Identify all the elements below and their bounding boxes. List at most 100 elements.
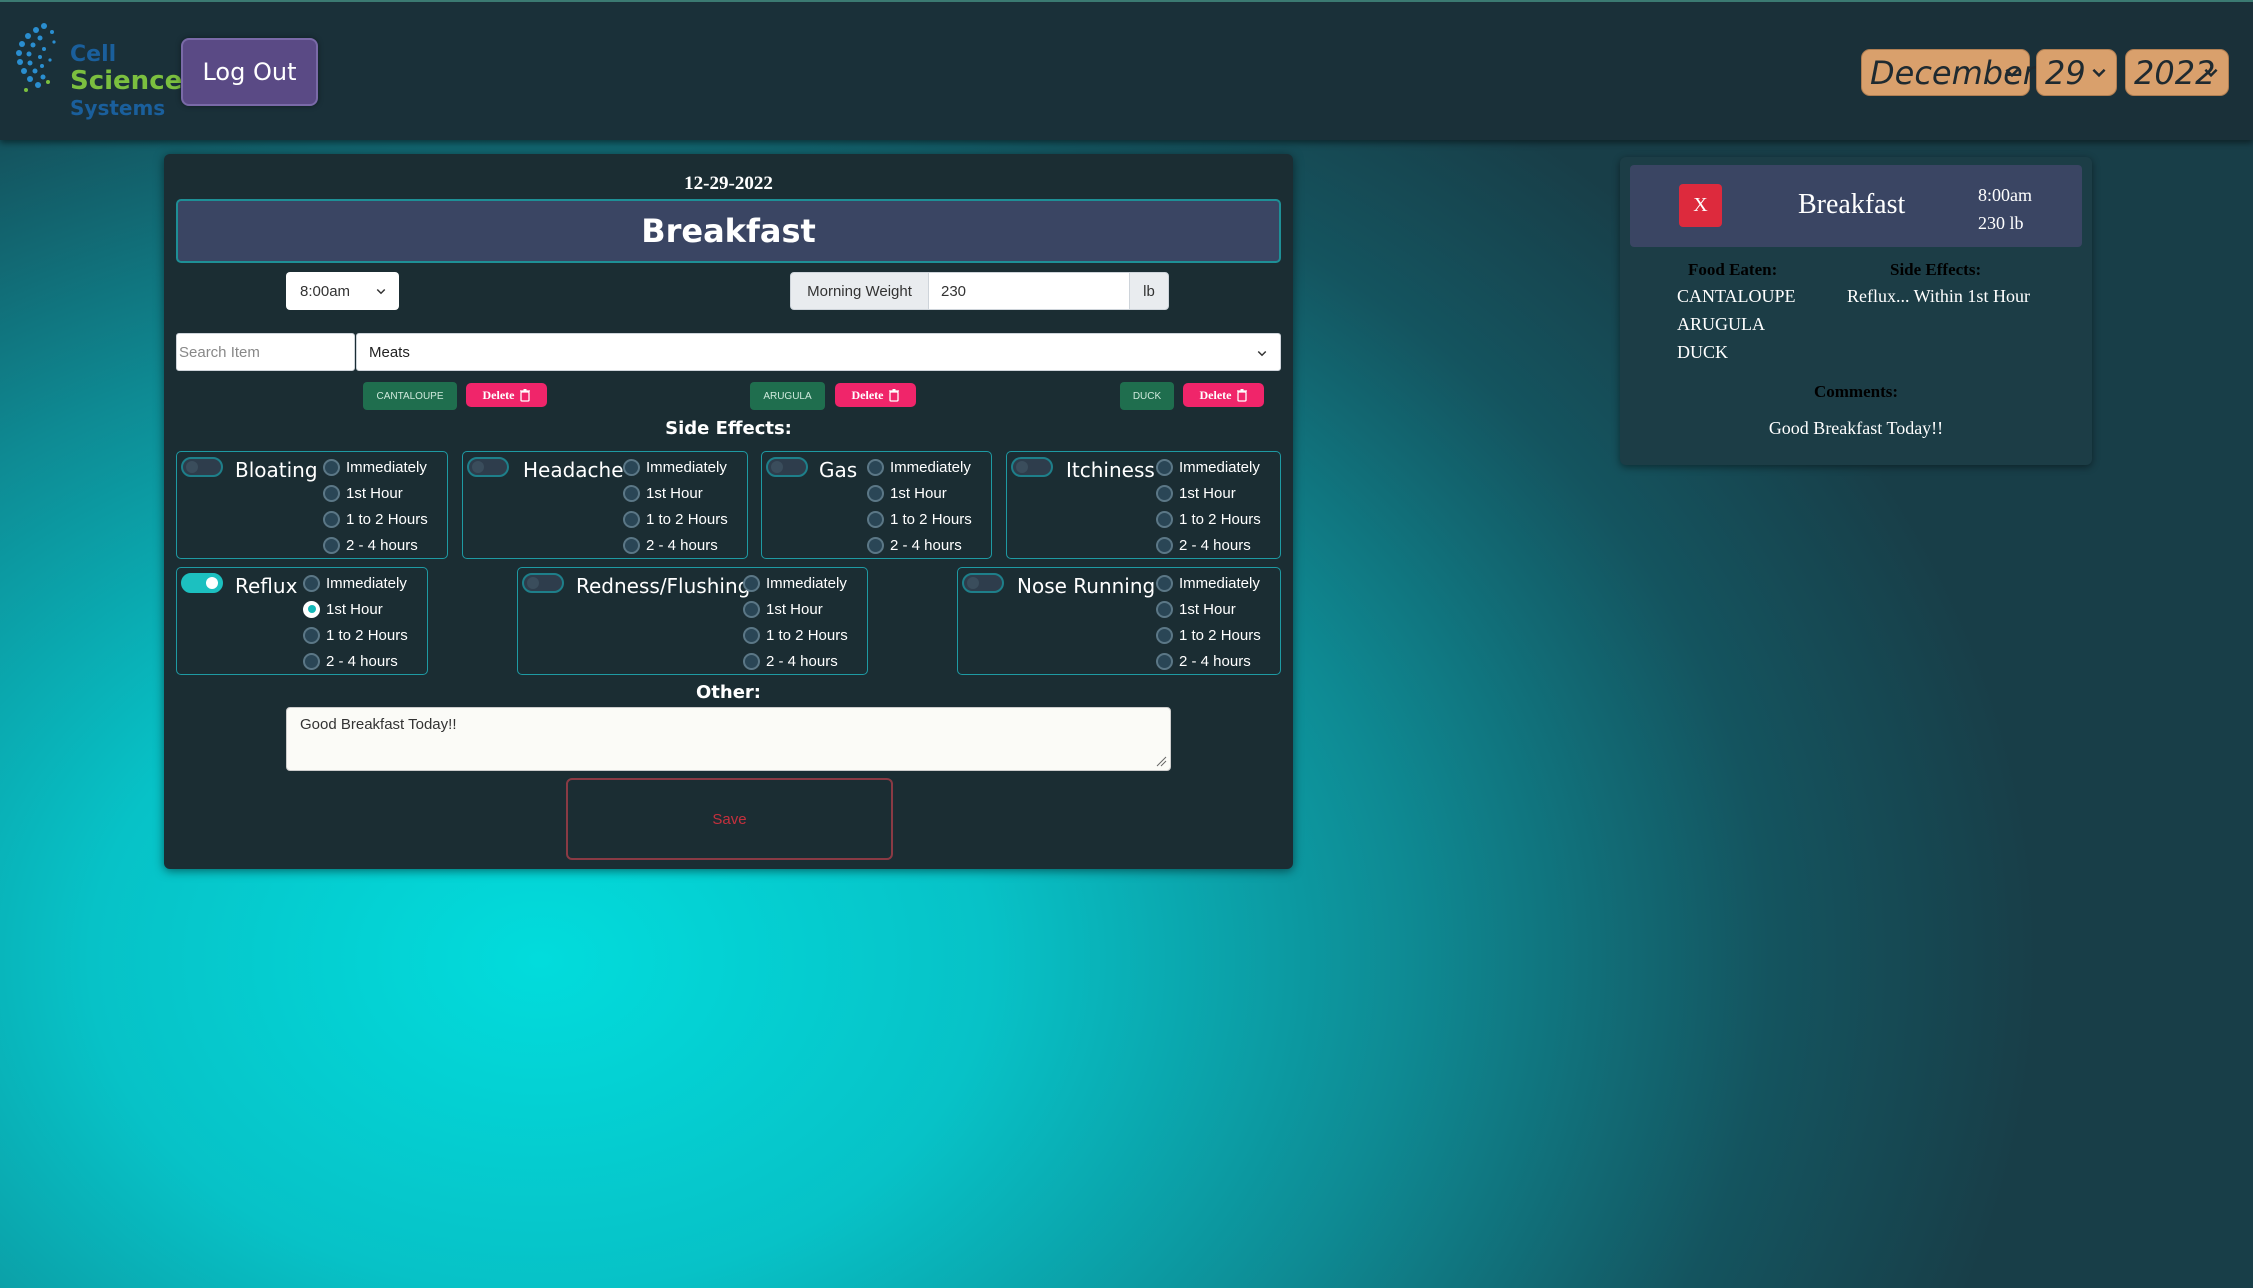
log-out-button[interactable]: Log Out	[181, 38, 318, 106]
timing-radio[interactable]	[623, 536, 640, 554]
timing-option[interactable]: Immediately	[1156, 454, 1261, 480]
timing-radio[interactable]	[743, 574, 760, 592]
timing-radio[interactable]	[623, 510, 640, 528]
timing-option[interactable]: Immediately	[743, 570, 848, 596]
timing-radio[interactable]	[1156, 626, 1173, 644]
timing-radio[interactable]	[323, 484, 340, 502]
timing-option[interactable]: 1st Hour	[623, 480, 728, 506]
delete-food-button[interactable]: Delete	[466, 383, 547, 407]
timing-option[interactable]: 1 to 2 Hours	[1156, 622, 1261, 648]
side-effect-gas: Gas Immediately 1st Hour 1 to 2 Hours 2 - 4 …	[761, 451, 992, 559]
delete-food-button[interactable]: Delete	[835, 383, 916, 407]
timing-radio[interactable]	[867, 484, 884, 502]
timing-radio[interactable]	[743, 626, 760, 644]
trash-icon	[889, 388, 900, 402]
timing-option[interactable]: 1 to 2 Hours	[743, 622, 848, 648]
timing-option[interactable]: 1st Hour	[303, 596, 408, 622]
timing-radio[interactable]	[323, 536, 340, 554]
summary-time: 8:00am	[1978, 185, 2032, 205]
time-select[interactable]: 8:00am	[286, 272, 399, 310]
timing-option[interactable]: 1st Hour	[323, 480, 428, 506]
side-effect-toggle[interactable]	[766, 457, 808, 477]
timing-radio[interactable]	[1156, 458, 1173, 476]
company-logo: Cell Science Systems	[14, 14, 182, 122]
timing-radio[interactable]	[1156, 652, 1173, 670]
timing-option[interactable]: 1st Hour	[1156, 596, 1261, 622]
timing-radio[interactable]	[303, 574, 320, 592]
timing-option[interactable]: Immediately	[867, 454, 972, 480]
side-effect-toggle[interactable]	[962, 573, 1004, 593]
time-select-value: 8:00am	[300, 282, 351, 300]
delete-food-button[interactable]: Delete	[1183, 383, 1264, 407]
timing-radio[interactable]	[1156, 574, 1173, 592]
food-category-select[interactable]: Meats	[356, 333, 1281, 371]
side-effect-name: Reflux	[235, 574, 298, 598]
timing-options: Immediately 1st Hour 1 to 2 Hours 2 - 4 hou…	[623, 454, 728, 558]
timing-radio[interactable]	[623, 484, 640, 502]
timing-radio[interactable]	[867, 458, 884, 476]
timing-option[interactable]: Immediately	[1156, 570, 1261, 596]
timing-option-label: 1 to 2 Hours	[766, 626, 848, 644]
delete-label: Delete	[1199, 387, 1232, 402]
timing-radio[interactable]	[1156, 536, 1173, 554]
timing-option[interactable]: 2 - 4 hours	[867, 532, 972, 558]
timing-option[interactable]: 2 - 4 hours	[623, 532, 728, 558]
timing-radio[interactable]	[1156, 600, 1173, 618]
close-summary-button[interactable]: X	[1679, 184, 1722, 227]
search-item-input[interactable]: Search Item	[176, 333, 355, 371]
timing-option[interactable]: 1 to 2 Hours	[323, 506, 428, 532]
logo-text-systems: Systems	[70, 96, 166, 120]
timing-option[interactable]: 2 - 4 hours	[1156, 648, 1261, 674]
timing-option[interactable]: Immediately	[303, 570, 408, 596]
timing-option[interactable]: 1 to 2 Hours	[867, 506, 972, 532]
timing-option[interactable]: 2 - 4 hours	[1156, 532, 1261, 558]
side-effect-toggle[interactable]	[181, 457, 223, 477]
timing-option[interactable]: Immediately	[323, 454, 428, 480]
month-select[interactable]: December	[1861, 49, 2036, 96]
timing-radio[interactable]	[867, 510, 884, 528]
timing-radio[interactable]	[323, 458, 340, 476]
other-notes-textarea[interactable]: Good Breakfast Today!!	[286, 707, 1171, 771]
timing-option-label: Immediately	[890, 458, 971, 476]
timing-option[interactable]: 2 - 4 hours	[303, 648, 408, 674]
timing-radio[interactable]	[623, 458, 640, 476]
timing-option[interactable]: 1st Hour	[743, 596, 848, 622]
side-effect-toggle[interactable]	[467, 457, 509, 477]
timing-radio[interactable]	[867, 536, 884, 554]
timing-option-label: 2 - 4 hours	[1179, 536, 1251, 554]
summary-side-effect-text: Reflux... Within 1st Hour	[1847, 286, 2030, 306]
year-select[interactable]: 2022	[2125, 49, 2229, 96]
timing-option-label: 1 to 2 Hours	[890, 510, 972, 528]
timing-options: Immediately 1st Hour 1 to 2 Hours 2 - 4 hou…	[303, 570, 408, 674]
timing-radio[interactable]	[323, 510, 340, 528]
timing-radio[interactable]	[743, 652, 760, 670]
timing-radio[interactable]	[303, 652, 320, 670]
timing-radio[interactable]	[303, 626, 320, 644]
chevron-down-icon	[2092, 68, 2106, 78]
timing-option[interactable]: Immediately	[623, 454, 728, 480]
timing-option[interactable]: 1 to 2 Hours	[1156, 506, 1261, 532]
timing-radio[interactable]	[1156, 510, 1173, 528]
side-effect-toggle[interactable]	[1011, 457, 1053, 477]
timing-option[interactable]: 1st Hour	[1156, 480, 1261, 506]
timing-option-label: 1 to 2 Hours	[1179, 626, 1261, 644]
side-effect-itchiness: Itchiness Immediately 1st Hour 1 to 2 Hours…	[1006, 451, 1281, 559]
timing-option[interactable]: 1 to 2 Hours	[623, 506, 728, 532]
side-effect-toggle[interactable]	[181, 573, 223, 593]
morning-weight-input[interactable]: 230	[929, 272, 1129, 310]
morning-weight-label: Morning Weight	[790, 272, 929, 310]
timing-option[interactable]: 1 to 2 Hours	[303, 622, 408, 648]
timing-radio[interactable]	[303, 600, 320, 618]
logo-dots-icon	[16, 23, 56, 92]
day-select[interactable]: 29	[2036, 49, 2117, 96]
side-effects-title: Side Effects:	[665, 418, 792, 439]
side-effect-toggle[interactable]	[522, 573, 564, 593]
timing-option[interactable]: 1st Hour	[867, 480, 972, 506]
other-title: Other:	[695, 682, 761, 703]
timing-option[interactable]: 2 - 4 hours	[743, 648, 848, 674]
timing-option[interactable]: 2 - 4 hours	[323, 532, 428, 558]
save-button[interactable]: Save	[566, 778, 893, 860]
timing-radio[interactable]	[743, 600, 760, 618]
timing-radio[interactable]	[1156, 484, 1173, 502]
delete-label: Delete	[851, 387, 884, 402]
